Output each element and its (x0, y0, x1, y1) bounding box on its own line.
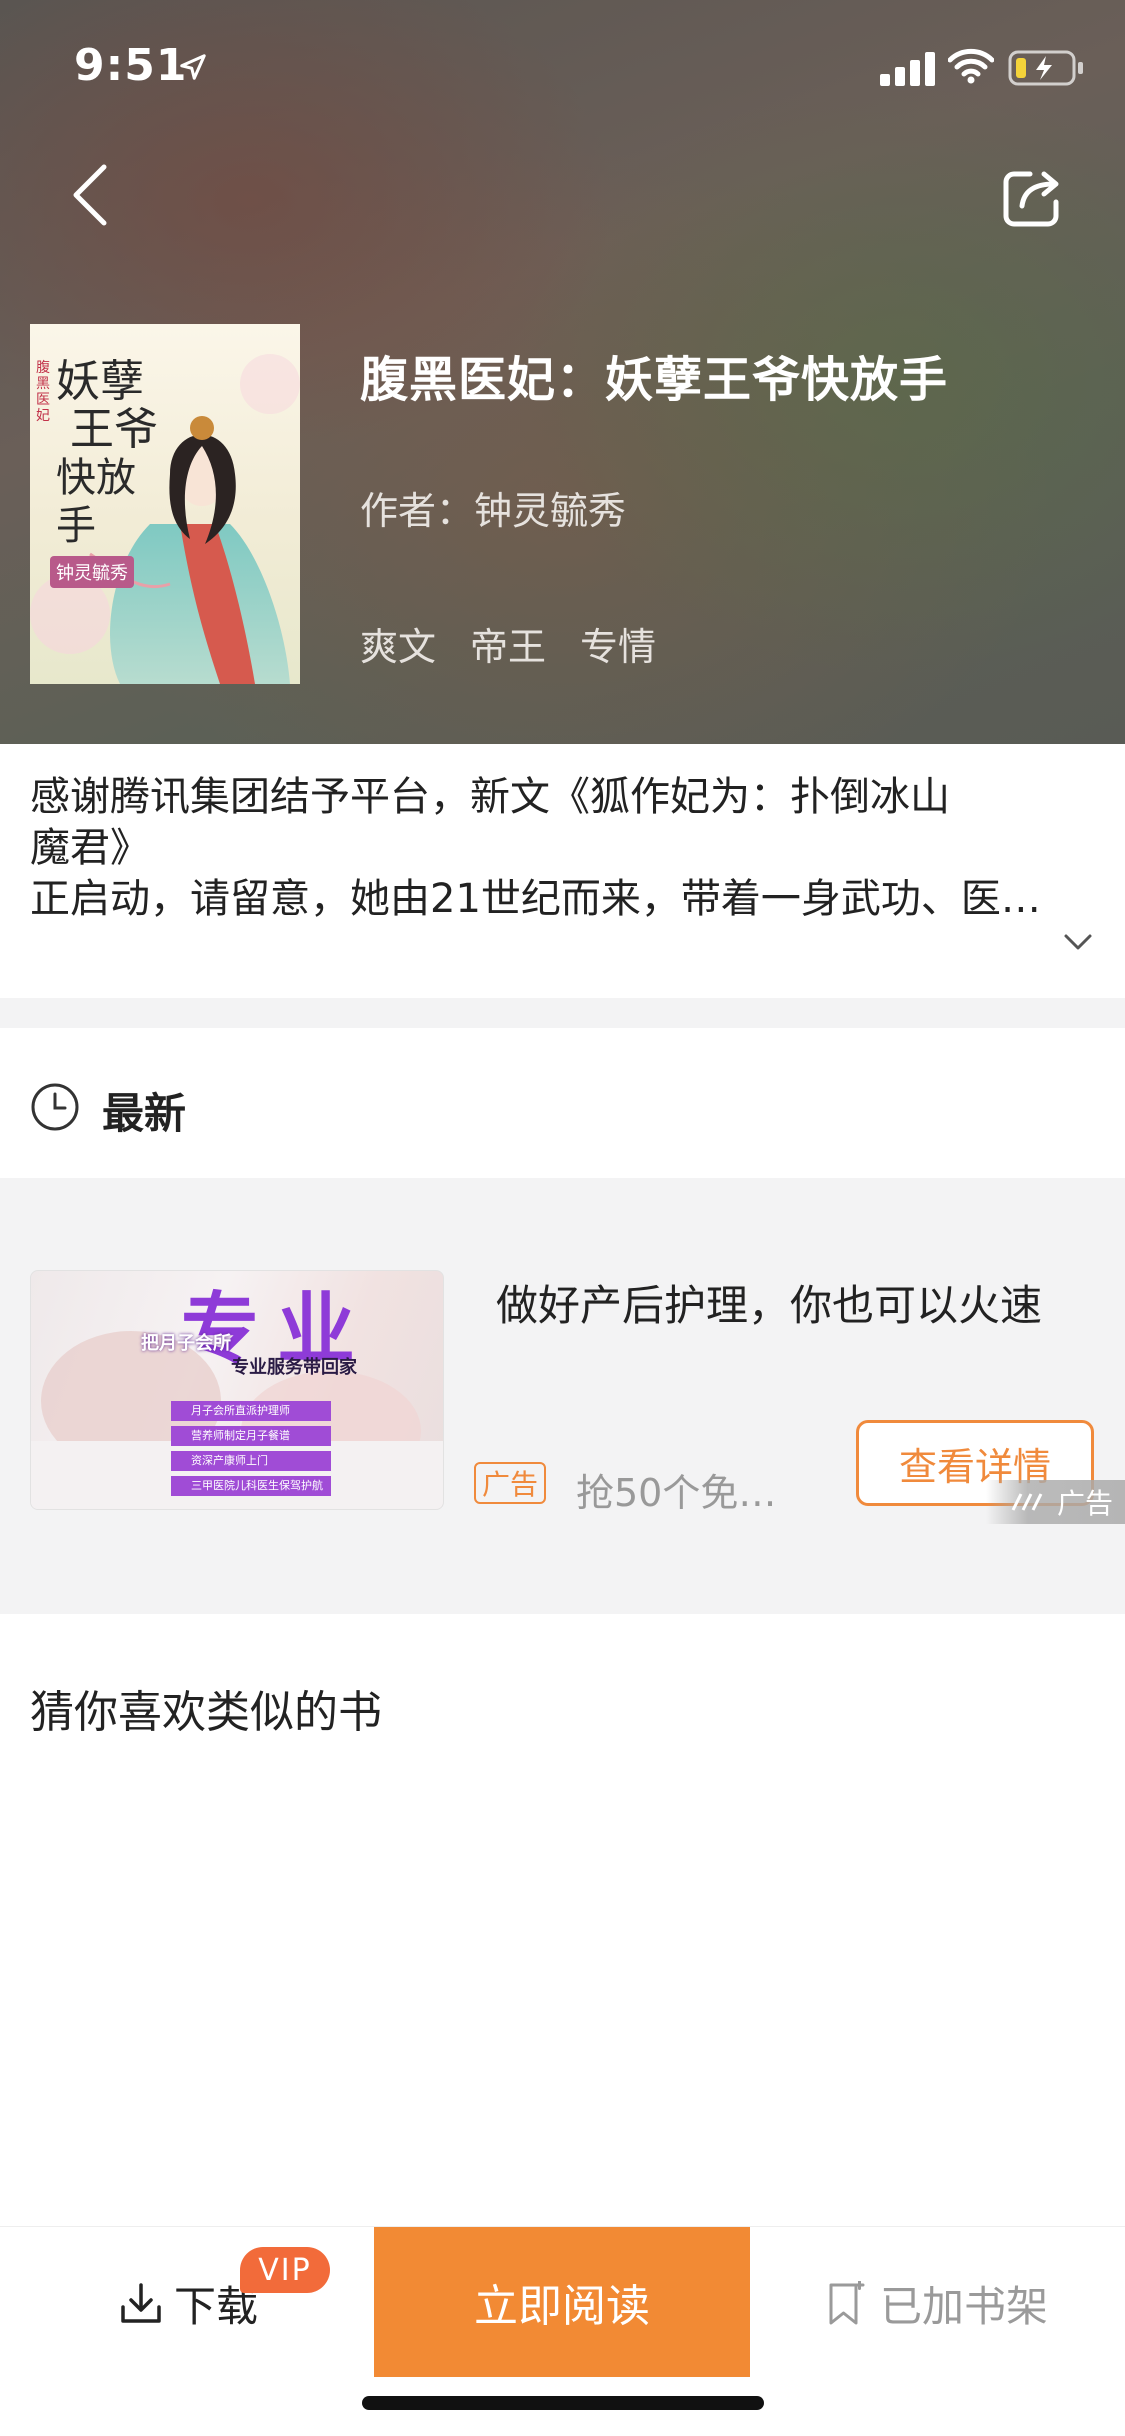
ad-image[interactable]: 专业 把月子会所 专业服务带回家 月子会所直派护理师 营养师制定月子餐谱 资深产… (30, 1270, 444, 1510)
status-time: 9:51 (74, 40, 188, 91)
read-now-button[interactable]: 立即阅读 (374, 2227, 750, 2377)
tag-item[interactable]: 爽文 (360, 616, 436, 671)
share-icon (1003, 171, 1059, 227)
tag-item[interactable]: 专情 (580, 616, 656, 671)
ad-image-line1: 把月子会所 (141, 1333, 231, 1354)
added-to-shelf-button[interactable]: 已加书架 (826, 2273, 1048, 2334)
home-indicator[interactable] (362, 2396, 764, 2410)
bottom-action-bar: 下载 VIP 立即阅读 已加书架 (0, 2226, 1125, 2377)
book-header: 9:51 妖孽 王爷 快放手 腹黑医妃 钟灵毓秀 腹黑医妃：妖孽王爷快放手 作者… (0, 0, 1125, 744)
status-bar: 9:51 (0, 0, 1125, 132)
ad-image-list-item: 资深产康师上门 (171, 1451, 331, 1471)
wifi-icon (948, 48, 994, 84)
latest-label: 最新 (102, 1089, 187, 1138)
cover-text-line: 快放手 (56, 455, 136, 549)
ad-badge: 广告 (474, 1462, 546, 1504)
ad-mark-stripes-icon (1011, 1493, 1043, 1511)
book-tags: 爽文 帝王 专情 (360, 616, 656, 671)
cellular-signal-icon (880, 52, 935, 86)
back-button[interactable] (58, 160, 122, 230)
description-line: 正启动，请留意，她由21世纪而来，带着一身武功、医术和满腹阴谋诡计 (30, 876, 1070, 922)
book-description[interactable]: 感谢腾讯集团结予平台，新文《狐作妃为：扑倒冰山 魔君》 正启动，请留意，她由21… (30, 772, 1070, 925)
download-button[interactable]: 下载 (118, 2273, 258, 2334)
ad-image-list: 月子会所直派护理师 营养师制定月子餐谱 资深产康师上门 三甲医院儿科医生保驾护航 (171, 1401, 331, 1496)
latest-chapter-row[interactable]: 最新 (0, 1028, 1125, 1178)
book-author[interactable]: 作者：钟灵毓秀 (360, 480, 626, 535)
battery-low-power-icon (1008, 50, 1083, 86)
ad-banner[interactable]: 专业 把月子会所 专业服务带回家 月子会所直派护理师 营养师制定月子餐谱 资深产… (0, 1178, 1125, 1614)
share-button[interactable] (994, 160, 1070, 236)
ad-headline[interactable]: 做好产后护理，你也可以火速 (496, 1272, 1042, 1333)
description-line: 感谢腾讯集团结予平台，新文《狐作妃为：扑倒冰山 (30, 774, 950, 820)
cover-text-line: 王爷 (70, 404, 158, 455)
shelf-label: 已加书架 (880, 2282, 1049, 2331)
cover-subtitle-text: 腹黑医妃 (36, 360, 50, 424)
chevron-left-icon (73, 164, 107, 226)
cover-title-text: 妖孽 王爷 快放手 (56, 358, 166, 550)
ad-mark-label: 广告 (1056, 1487, 1113, 1520)
book-cover-image[interactable]: 妖孽 王爷 快放手 腹黑医妃 钟灵毓秀 (30, 324, 300, 684)
ad-image-line2: 专业服务带回家 (231, 1357, 357, 1378)
book-title: 腹黑医妃：妖孽王爷快放手 (360, 352, 949, 408)
location-arrow-icon (180, 54, 206, 80)
download-icon (121, 2282, 161, 2323)
description-line: 魔君》 (30, 825, 150, 871)
expand-chevron-down-icon[interactable] (1060, 924, 1096, 960)
ad-mark: 广告 (986, 1480, 1125, 1524)
cover-text-line: 妖孽 (56, 356, 144, 407)
vip-badge: VIP (240, 2247, 330, 2293)
recommend-title: 猜你喜欢类似的书 (30, 1687, 382, 1738)
tag-item[interactable]: 帝王 (470, 616, 546, 671)
bookmark-icon (829, 2280, 865, 2324)
ad-image-list-item: 月子会所直派护理师 (171, 1401, 331, 1421)
cover-author-stamp: 钟灵毓秀 (50, 556, 134, 588)
clock-icon (31, 1083, 79, 1131)
ad-image-list-item: 营养师制定月子餐谱 (171, 1426, 331, 1446)
section-divider (0, 998, 1125, 1028)
ad-image-list-item: 三甲医院儿科医生保驾护航 (171, 1476, 331, 1496)
ad-subtext: 抢50个免… (576, 1471, 777, 1515)
